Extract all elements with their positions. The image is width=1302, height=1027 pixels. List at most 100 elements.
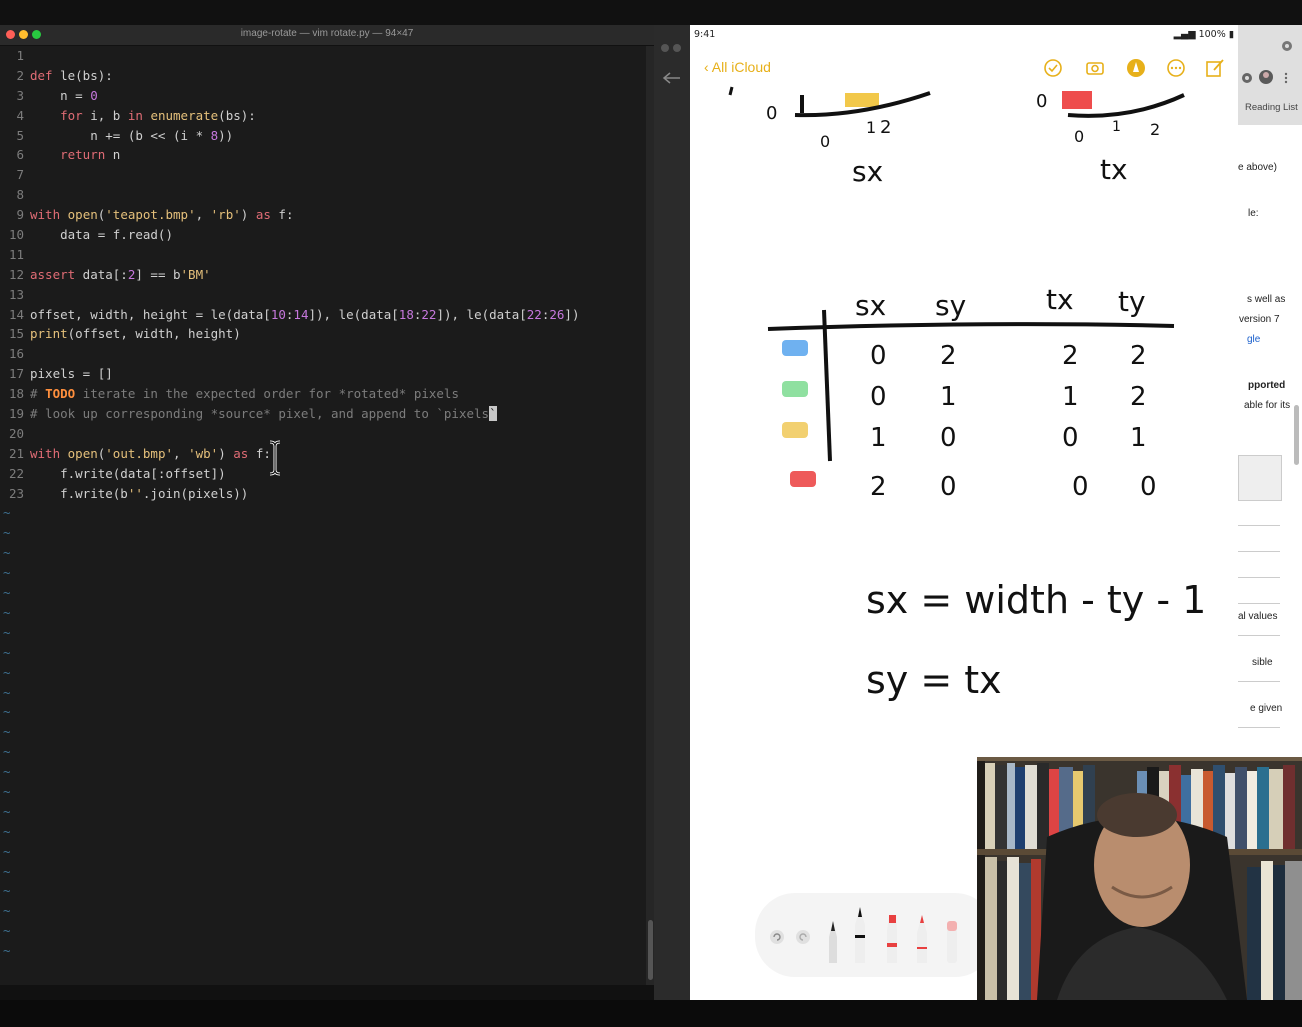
code-token: f: <box>270 207 294 223</box>
terminal-scroll-thumb[interactable] <box>648 920 653 980</box>
line-number: 2 <box>16 67 24 83</box>
code-token: with <box>30 207 61 223</box>
pencil-tool-icon[interactable] <box>915 913 929 963</box>
code-token: def <box>30 67 53 83</box>
empty-line-marker: ~ <box>3 505 11 521</box>
page-text: le: <box>1248 208 1259 219</box>
line-number: 6 <box>16 147 24 163</box>
code-token: 'out.bmp' <box>105 445 174 461</box>
code-comment: iterate in the expected order for *rotat… <box>75 386 459 402</box>
vim-editor[interactable]: 1 2 def le(bs): 3 n = 0 4 for i, b in enu… <box>0 46 644 961</box>
code-token: n = <box>30 87 91 103</box>
table-cell-ty: 0 <box>1140 472 1157 502</box>
code-token: ]), le(data[ <box>436 306 527 322</box>
code-token: n <box>105 147 121 163</box>
empty-line-marker: ~ <box>3 903 11 919</box>
code-token: assert <box>30 266 76 282</box>
code-token: 22 <box>421 306 437 322</box>
line-number: 5 <box>16 127 24 143</box>
code-line: 16 <box>0 344 644 364</box>
line-number: 4 <box>16 107 24 123</box>
color-swatch <box>782 422 808 438</box>
highlight-yellow <box>845 93 879 107</box>
reading-list-button[interactable]: Reading List <box>1245 102 1298 113</box>
code-token: open <box>67 445 98 461</box>
code-token: )) <box>218 127 234 143</box>
code-comment: # look up corresponding *source* pixel, … <box>30 406 490 422</box>
terminal-title-bar[interactable]: image-rotate — vim rotate.py — 94×47 <box>0 25 654 46</box>
code-token: ) <box>240 207 256 223</box>
code-line: 12 assert data[:2] == b'BM' <box>0 265 644 285</box>
browser-toolbar: Reading List <box>1238 25 1302 125</box>
code-token: ) <box>218 445 234 461</box>
highlighter-tool-icon[interactable] <box>885 913 899 963</box>
page-text: al values <box>1238 611 1278 622</box>
redo-icon[interactable] <box>795 929 811 945</box>
color-swatch <box>782 381 808 397</box>
page-text: pported <box>1248 380 1286 391</box>
sx-label: sx <box>852 155 883 188</box>
axis-tick: 0 <box>1074 127 1084 146</box>
code-token: data = f.read() <box>30 227 173 243</box>
empty-line-marker: ~ <box>3 803 11 819</box>
terminal-scrollbar[interactable] <box>646 46 654 985</box>
profile-avatar[interactable] <box>1258 69 1274 85</box>
line-number: 9 <box>16 207 24 223</box>
table-cell-sx: 2 <box>870 472 887 502</box>
tx-label: tx <box>1100 153 1128 186</box>
empty-line-marker: ~ <box>3 624 11 640</box>
code-token: 22 <box>526 306 542 322</box>
browser-scroll-thumb[interactable] <box>1294 405 1299 465</box>
line-number: 10 <box>8 227 24 243</box>
page-text: able for its <box>1244 400 1291 411</box>
back-arrow-icon <box>662 72 680 84</box>
code-line: 4 for i, b in enumerate(bs): <box>0 106 644 126</box>
pencil-tool-palette[interactable] <box>755 893 995 977</box>
line-number: 16 <box>8 346 24 362</box>
axis-zero: 0 <box>766 103 777 124</box>
empty-line-marker: ~ <box>3 684 11 700</box>
code-token: 26 <box>549 306 565 322</box>
code-token: as <box>233 445 249 461</box>
code-token: 'rb' <box>210 207 241 223</box>
code-line: 13 <box>0 285 644 305</box>
table-cell-tx: 1 <box>1062 382 1079 412</box>
table-header-sy: sy <box>935 289 966 322</box>
code-token: f.write(b <box>30 485 128 501</box>
page-link[interactable]: gle <box>1247 334 1260 345</box>
formula-sx: sx = width - ty - 1 <box>866 578 1206 622</box>
table-cell-ty: 1 <box>1130 423 1147 453</box>
eraser-tool-icon[interactable] <box>945 919 959 963</box>
empty-line-marker: ~ <box>3 744 11 760</box>
more-vertical-icon[interactable] <box>1280 72 1292 84</box>
pen-tool-icon[interactable] <box>827 919 839 963</box>
code-line: 1 <box>0 46 644 66</box>
settings-icon[interactable] <box>1280 39 1294 53</box>
code-token: ]) <box>564 306 580 322</box>
marker-tool-icon[interactable] <box>853 905 867 963</box>
line-number: 14 <box>8 306 24 322</box>
code-token: 'BM' <box>180 266 211 282</box>
code-line: 21 with open('out.bmp', 'wb') as f: <box>0 444 644 464</box>
code-line: 6 return n <box>0 145 644 165</box>
table-body: 0 2 2 2 0 1 1 2 1 0 0 1 2 0 0 0 <box>782 340 1157 502</box>
code-token: return <box>30 147 106 163</box>
undo-icon[interactable] <box>769 929 785 945</box>
code-line: 9 with open('teapot.bmp', 'rb') as f: <box>0 205 644 225</box>
terminal-window[interactable]: image-rotate — vim rotate.py — 94×47 1 2… <box>0 25 654 985</box>
table-cell-sx: 1 <box>870 423 887 453</box>
code-token: , <box>173 445 189 461</box>
code-line: 8 <box>0 185 644 205</box>
table-header-tx: tx <box>1046 283 1074 316</box>
line-number: 21 <box>8 445 24 461</box>
empty-line-marker: ~ <box>3 664 11 680</box>
code-token: offset, width, height = le(data[ <box>30 306 271 322</box>
table-cell-ty: 2 <box>1130 341 1147 371</box>
table-cell-sy: 1 <box>940 382 957 412</box>
line-number: 11 <box>8 246 24 262</box>
code-token: '' <box>127 485 143 501</box>
code-line: 14 offset, width, height = le(data[10:14]… <box>0 305 644 325</box>
page-text: s well as <box>1247 294 1286 305</box>
extension-gear-icon[interactable] <box>1240 71 1254 85</box>
code-token: .join(pixels)) <box>142 485 249 501</box>
